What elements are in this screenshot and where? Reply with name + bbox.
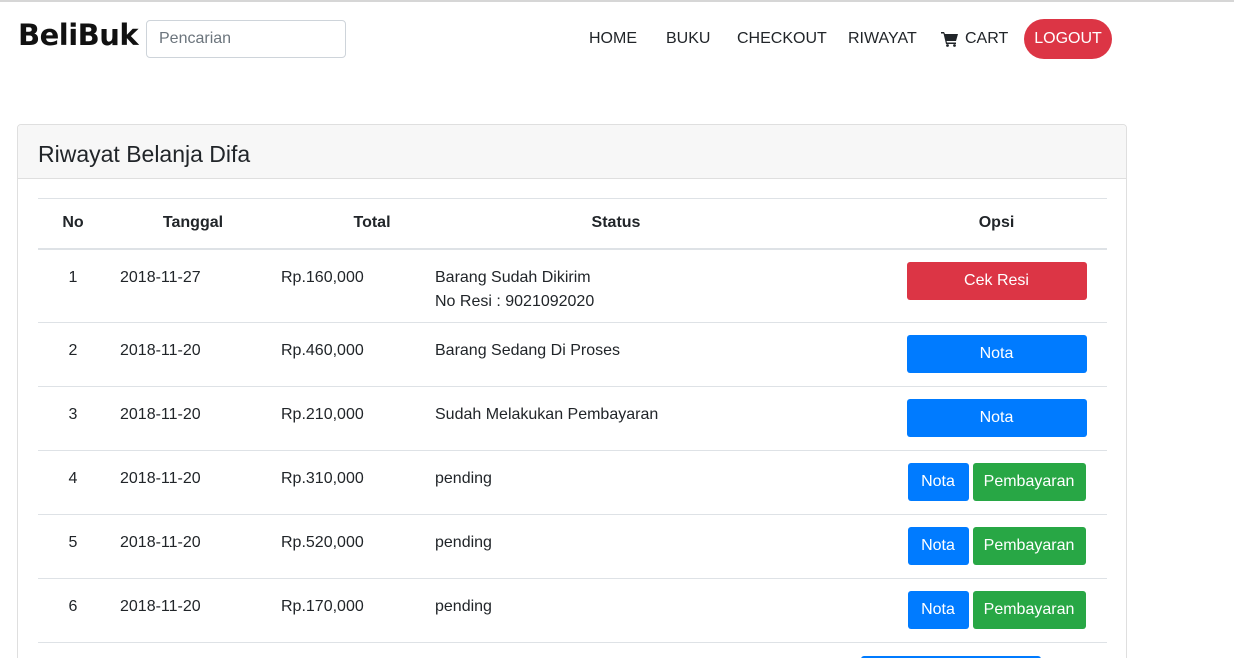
row-date: 2018-11-20: [120, 598, 201, 615]
row-status: pending: [435, 470, 492, 487]
row-no: 6: [68, 598, 78, 615]
card-header: Riwayat Belanja Difa: [18, 125, 1126, 179]
nota-button[interactable]: Nota: [906, 335, 1087, 373]
row-status: Sudah Melakukan Pembayaran: [435, 406, 659, 423]
nav-home[interactable]: HOME: [589, 30, 637, 48]
row-no: 2: [68, 342, 78, 359]
row-status: Barang Sudah Dikirim No Resi : 902109202…: [435, 266, 886, 314]
row-no: 5: [68, 534, 78, 551]
row-status: pending: [435, 598, 492, 615]
row-no: 3: [68, 406, 78, 423]
table-row: 5 2018-11-20 Rp.520,000 pending Nota Pemb…: [38, 515, 1107, 579]
pembayaran-button[interactable]: Pembayaran: [972, 463, 1086, 501]
nav-cart-label: CART: [965, 30, 1009, 47]
nav-cart[interactable]: CART: [941, 30, 1008, 48]
row-total: Rp.170,000: [281, 598, 364, 615]
row-no: 1: [68, 268, 78, 286]
navbar: BeliBuk HOME BUKU CHECKOUT RIWAYAT CART …: [0, 2, 1234, 78]
row-resi-text: No Resi : 9021092020: [435, 292, 595, 310]
cart-icon: [941, 32, 958, 47]
table-row: 1 2018-11-27 Rp.160,000 Barang Sudah Dik…: [38, 249, 1107, 323]
nota-button[interactable]: Nota: [906, 399, 1087, 437]
col-header-no: No: [62, 214, 84, 232]
nota-button[interactable]: Nota: [907, 527, 969, 565]
row-date: 2018-11-20: [120, 342, 201, 359]
history-card: Riwayat Belanja Difa No Tanggal Total St…: [17, 124, 1127, 658]
row-status-text: Barang Sudah Dikirim: [435, 268, 591, 286]
col-header-opsi: Opsi: [978, 214, 1015, 232]
table-row: 6 2018-11-20 Rp.170,000 pending Nota Pemb…: [38, 579, 1107, 643]
nav-riwayat[interactable]: RIWAYAT: [848, 30, 917, 48]
row-total: Rp.160,000: [281, 268, 364, 286]
history-table: No Tanggal Total Status Opsi 1 2018-11-2…: [38, 198, 1107, 643]
row-date: 2018-11-27: [120, 268, 201, 286]
row-total: Rp.460,000: [281, 342, 364, 359]
table-header-row: No Tanggal Total Status Opsi: [38, 198, 1107, 249]
row-status: pending: [435, 534, 492, 551]
table-row: 2 2018-11-20 Rp.460,000 Barang Sedang Di…: [38, 323, 1107, 387]
row-no: 4: [68, 470, 78, 487]
table-row: 4 2018-11-20 Rp.310,000 pending Nota Pemb…: [38, 451, 1107, 515]
table-row: 3 2018-11-20 Rp.210,000 Sudah Melakukan …: [38, 387, 1107, 451]
col-header-tanggal: Tanggal: [162, 214, 224, 232]
nav-buku[interactable]: BUKU: [666, 30, 710, 48]
pembayaran-button[interactable]: Pembayaran: [972, 527, 1086, 565]
nota-button[interactable]: Nota: [907, 591, 969, 629]
row-date: 2018-11-20: [120, 406, 201, 423]
row-total: Rp.520,000: [281, 534, 364, 551]
page-title: Riwayat Belanja Difa: [38, 141, 251, 167]
col-header-total: Total: [353, 214, 391, 232]
logout-button[interactable]: LOGOUT: [1024, 19, 1112, 59]
row-total: Rp.210,000: [281, 406, 364, 423]
brand-logo[interactable]: BeliBuk: [18, 18, 139, 52]
cek-resi-button[interactable]: Cek Resi: [906, 261, 1087, 300]
nota-button[interactable]: Nota: [907, 463, 969, 501]
row-status: Barang Sedang Di Proses: [435, 342, 620, 359]
col-header-status: Status: [591, 214, 641, 232]
row-total: Rp.310,000: [281, 470, 364, 487]
pembayaran-button[interactable]: Pembayaran: [972, 591, 1086, 629]
search-input[interactable]: [146, 20, 346, 58]
nav-checkout[interactable]: CHECKOUT: [737, 30, 827, 48]
row-date: 2018-11-20: [120, 470, 201, 487]
row-date: 2018-11-20: [120, 534, 201, 551]
